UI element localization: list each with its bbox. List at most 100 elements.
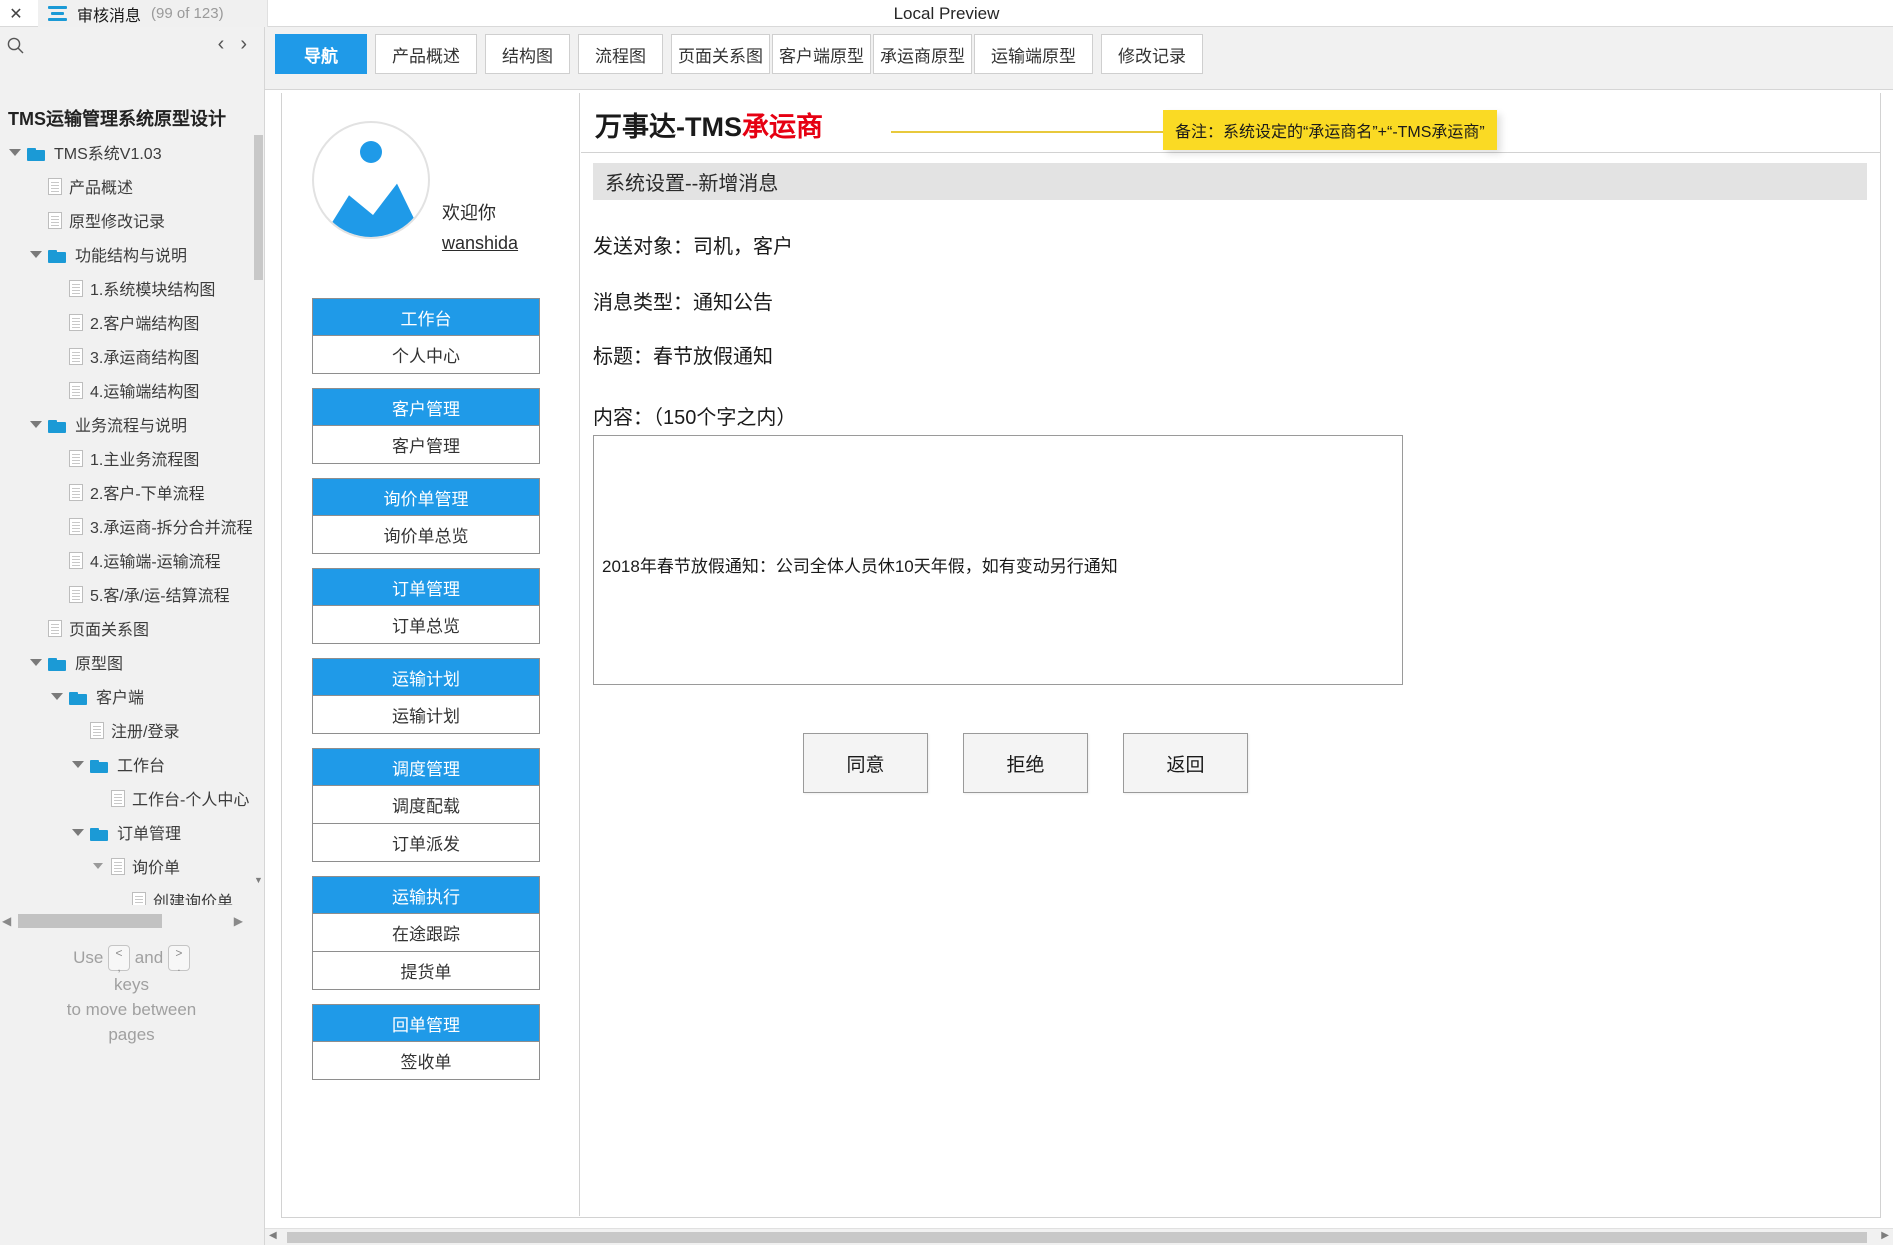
chevron-down-icon[interactable] [29, 655, 43, 669]
tree-item[interactable]: 工作台-个人中心 [0, 781, 263, 815]
menu-group-header[interactable]: 订单管理 [312, 568, 540, 606]
username-link[interactable]: wanshida [442, 233, 518, 254]
scroll-thumb-h[interactable] [18, 914, 162, 928]
tree-item[interactable]: 订单管理 [0, 815, 263, 849]
menu-item[interactable]: 客户管理 [312, 426, 540, 464]
sidebar-vertical-scrollbar[interactable]: ▲ ▼ [253, 133, 264, 905]
page-icon [69, 449, 83, 467]
tab-2[interactable]: 结构图 [485, 34, 570, 74]
chevron-down-icon[interactable] [29, 247, 43, 261]
tree-item[interactable]: 原型修改记录 [0, 203, 263, 237]
tree-item[interactable]: 3.承运商-拆分合并流程 [0, 509, 263, 543]
menu-item[interactable]: 个人中心 [312, 336, 540, 374]
tree-item-label: 产品概述 [69, 180, 134, 197]
action-button-1[interactable]: 拒绝 [963, 733, 1088, 793]
tree-item[interactable]: 1.系统模块结构图 [0, 271, 263, 305]
page-icon [111, 857, 125, 875]
tree-item[interactable]: 1.主业务流程图 [0, 441, 263, 475]
menu-item[interactable]: 运输计划 [312, 696, 540, 734]
menu-group-header[interactable]: 调度管理 [312, 748, 540, 786]
tree-item[interactable]: 5.客/承/运-结算流程 [0, 577, 263, 611]
tree-item[interactable]: 创建询价单 [0, 883, 263, 905]
tab-1[interactable]: 产品概述 [375, 34, 477, 74]
tab-4[interactable]: 页面关系图 [671, 34, 770, 74]
search-icon[interactable] [6, 36, 26, 56]
menu-item[interactable]: 提货单 [312, 952, 540, 990]
menu-item[interactable]: 在途跟踪 [312, 914, 540, 952]
canvas-scroll-right-icon[interactable]: ▶ [1881, 1230, 1889, 1241]
tree-item[interactable]: 产品概述 [0, 169, 263, 203]
menu-group-header[interactable]: 客户管理 [312, 388, 540, 426]
tree-item[interactable]: 注册/登录 [0, 713, 263, 747]
tab-3[interactable]: 流程图 [578, 34, 663, 74]
tree-item-label: 页面关系图 [69, 622, 150, 639]
tree-item[interactable]: 2.客户端结构图 [0, 305, 263, 339]
sidebar-horizontal-scrollbar[interactable]: ◀ ▶ [0, 910, 263, 932]
tab-6[interactable]: 承运商原型 [873, 34, 972, 74]
tree-item[interactable]: 功能结构与说明 [0, 237, 263, 271]
tree-item[interactable]: 4.运输端-运输流程 [0, 543, 263, 577]
menu-group-header[interactable]: 询价单管理 [312, 478, 540, 516]
page-tab[interactable]: 审核消息 (99 of 123) [38, 0, 268, 27]
tree-item-label: 创建询价单 [153, 894, 234, 905]
menu-group-header[interactable]: 回单管理 [312, 1004, 540, 1042]
tab-5[interactable]: 客户端原型 [772, 34, 871, 74]
menu-item[interactable]: 调度配载 [312, 786, 540, 824]
tree-item[interactable]: TMS系统V1.03 [0, 135, 263, 169]
action-button-2[interactable]: 返回 [1123, 733, 1248, 793]
chevron-down-icon[interactable] [8, 145, 22, 159]
scroll-down-icon[interactable]: ▼ [254, 875, 263, 885]
preview-title: Local Preview [893, 3, 1000, 23]
canvas-scroll-thumb[interactable] [287, 1232, 1867, 1243]
tree-item[interactable]: 原型图 [0, 645, 263, 679]
key-prev-bottom: , [117, 959, 121, 974]
annotation-note: 备注：系统设定的“承运商名”+“-TMS承运商” [1163, 110, 1497, 150]
close-icon[interactable]: ✕ [0, 0, 32, 27]
scroll-left-icon[interactable]: ◀ [2, 914, 11, 928]
tree-item-label: 功能结构与说明 [75, 248, 188, 265]
scroll-thumb[interactable] [254, 135, 263, 280]
tab-8[interactable]: 修改记录 [1101, 34, 1203, 74]
field-content-label: 内容：（150个字之内） [593, 407, 797, 429]
chevron-down-icon[interactable] [92, 859, 106, 873]
menu-group-header[interactable]: 运输执行 [312, 876, 540, 914]
canvas-scroll-left-icon[interactable]: ◀ [269, 1230, 277, 1241]
chevron-down-icon[interactable] [29, 417, 43, 431]
note-connector-line [891, 131, 1166, 133]
tree-item[interactable]: 4.运输端结构图 [0, 373, 263, 407]
folder-icon [90, 755, 110, 773]
tree-item[interactable]: 询价单 [0, 849, 263, 883]
avatar[interactable] [312, 121, 430, 239]
menu-item[interactable]: 订单派发 [312, 824, 540, 862]
tree-item[interactable]: 工作台 [0, 747, 263, 781]
sidebar: ‹ › TMS运输管理系统原型设计 TMS系统V1.03 产品概述 原型修改记录 功能… [0, 27, 265, 1245]
tree-item[interactable]: 页面关系图 [0, 611, 263, 645]
chevron-down-icon[interactable] [71, 757, 85, 771]
tree-item-label: 4.运输端结构图 [90, 384, 200, 401]
next-page-button[interactable]: › [240, 34, 247, 54]
tree-item[interactable]: 业务流程与说明 [0, 407, 263, 441]
menu-item[interactable]: 订单总览 [312, 606, 540, 644]
tree-item[interactable]: 3.承运商结构图 [0, 339, 263, 373]
content-textarea[interactable]: 2018年春节放假通知：公司全体人员休10天年假，如有变动另行通知 [593, 435, 1403, 685]
menu-item[interactable]: 签收单 [312, 1042, 540, 1080]
tree-item[interactable]: 客户端 [0, 679, 263, 713]
prev-page-button[interactable]: ‹ [218, 34, 225, 54]
hint-line2: keys [114, 974, 149, 994]
action-button-0[interactable]: 同意 [803, 733, 928, 793]
chevron-down-icon[interactable] [71, 825, 85, 839]
page-icon [48, 211, 62, 229]
hamburger-icon[interactable] [48, 6, 67, 21]
scroll-right-icon[interactable]: ▶ [234, 914, 243, 928]
chevron-down-icon[interactable] [50, 689, 64, 703]
canvas-horizontal-scrollbar[interactable]: ◀ ▶ [265, 1228, 1893, 1245]
tree-item[interactable]: 2.客户-下单流程 [0, 475, 263, 509]
tab-0[interactable]: 导航 [275, 34, 367, 74]
tab-7[interactable]: 运输端原型 [974, 34, 1093, 74]
menu-item[interactable]: 询价单总览 [312, 516, 540, 554]
menu-group-header[interactable]: 工作台 [312, 298, 540, 336]
tree-item-label: 工作台-个人中心 [132, 792, 250, 809]
menu-group-header[interactable]: 运输计划 [312, 658, 540, 696]
